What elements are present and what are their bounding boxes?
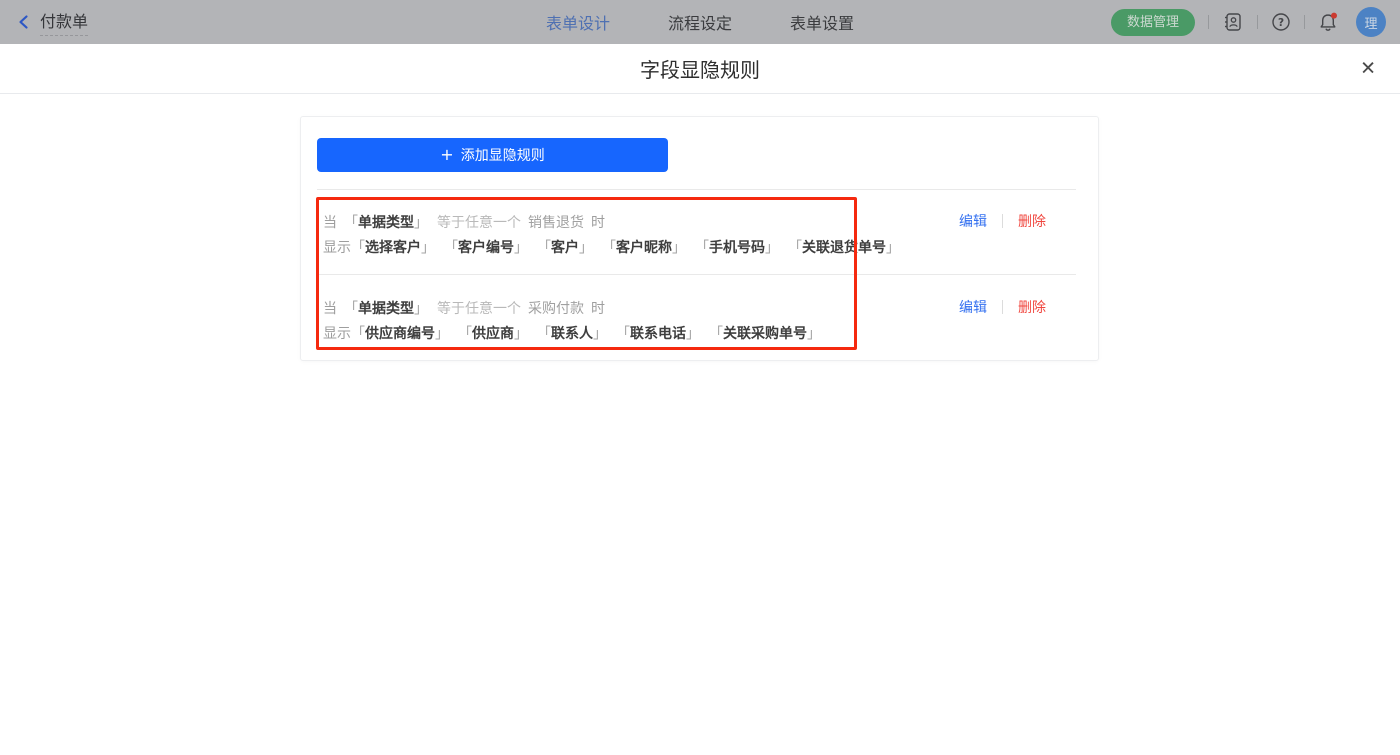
contacts-icon[interactable] bbox=[1222, 11, 1244, 33]
rule-row-2: 当「单据类型」等于任意一个采购付款时 显示「供应商编号」「供应商」「联系人」「联… bbox=[317, 275, 1076, 352]
separator bbox=[1002, 214, 1003, 228]
delete-button[interactable]: 删除 bbox=[1018, 297, 1046, 317]
tab-form-design[interactable]: 表单设计 bbox=[546, 10, 610, 34]
add-rule-label: 添加显隐规则 bbox=[461, 145, 545, 165]
tab-form-settings[interactable]: 表单设置 bbox=[790, 10, 854, 34]
help-icon[interactable]: ? bbox=[1271, 12, 1291, 32]
field-tag: 「关联采购单号」 bbox=[709, 326, 821, 342]
rule-2-condition-line: 当「单据类型」等于任意一个采购付款时 bbox=[323, 297, 936, 322]
nav-tabs: 表单设计 流程设定 表单设置 bbox=[546, 0, 854, 44]
field-tag: 「选择客户」 bbox=[351, 240, 435, 256]
field-tag: 「客户昵称」 bbox=[602, 240, 686, 256]
field-tag: 「联系人」 bbox=[537, 326, 607, 342]
topbar-right-cluster: 数据管理 ? 理 bbox=[1111, 0, 1386, 44]
field-tag: 「关联退货单号」 bbox=[788, 240, 900, 256]
separator bbox=[1304, 15, 1305, 29]
edit-button[interactable]: 编辑 bbox=[959, 297, 987, 317]
edit-button[interactable]: 编辑 bbox=[959, 211, 987, 231]
field-tag: 「供应商编号」 bbox=[351, 326, 449, 342]
close-icon[interactable]: ✕ bbox=[1360, 59, 1376, 78]
separator bbox=[1208, 15, 1209, 29]
rule-2-actions: 编辑 删除 bbox=[959, 297, 1046, 317]
condition-field-tag: 「单据类型」 bbox=[344, 301, 428, 317]
rule-1-condition-line: 当「单据类型」等于任意一个销售退货时 bbox=[323, 211, 936, 236]
rule-2-show-line: 显示「供应商编号」「供应商」「联系人」「联系电话」「关联采购单号」 bbox=[323, 322, 936, 347]
tab-process-settings[interactable]: 流程设定 bbox=[668, 10, 732, 34]
plus-icon: + bbox=[440, 147, 453, 163]
condition-field-tag: 「单据类型」 bbox=[344, 215, 428, 231]
rule-row-1: 当「单据类型」等于任意一个销售退货时 显示「选择客户」「客户编号」「客户」「客户… bbox=[317, 189, 1076, 275]
back-chevron-icon bbox=[16, 14, 32, 30]
add-rule-button[interactable]: + 添加显隐规则 bbox=[317, 138, 668, 172]
topbar: 付款单 表单设计 流程设定 表单设置 数据管理 ? bbox=[0, 0, 1400, 44]
notification-badge-dot bbox=[1331, 13, 1337, 19]
modal-header: 字段显隐规则 ✕ bbox=[0, 44, 1400, 94]
field-visibility-rules-modal: 字段显隐规则 ✕ + 添加显隐规则 当「单据类型」等于任意一个销售退货时 显示「… bbox=[0, 44, 1400, 755]
field-tag: 「客户编号」 bbox=[444, 240, 528, 256]
notifications-bell-icon[interactable] bbox=[1318, 11, 1339, 33]
svg-text:?: ? bbox=[1278, 17, 1284, 29]
separator bbox=[1257, 15, 1258, 29]
back-button[interactable]: 付款单 bbox=[16, 0, 88, 44]
avatar[interactable]: 理 bbox=[1356, 7, 1386, 37]
form-title[interactable]: 付款单 bbox=[40, 8, 88, 36]
field-tag: 「客户」 bbox=[537, 240, 593, 256]
modal-title: 字段显隐规则 bbox=[640, 54, 760, 83]
delete-button[interactable]: 删除 bbox=[1018, 211, 1046, 231]
data-manage-button[interactable]: 数据管理 bbox=[1111, 9, 1195, 36]
field-tag: 「联系电话」 bbox=[616, 326, 700, 342]
rule-1-actions: 编辑 删除 bbox=[959, 211, 1046, 231]
field-tag: 「手机号码」 bbox=[695, 240, 779, 256]
rules-card: + 添加显隐规则 当「单据类型」等于任意一个销售退货时 显示「选择客户」「客户编… bbox=[300, 116, 1099, 361]
separator bbox=[1002, 300, 1003, 314]
rule-1-show-line: 显示「选择客户」「客户编号」「客户」「客户昵称」「手机号码」「关联退货单号」 bbox=[323, 236, 936, 261]
field-tag: 「供应商」 bbox=[458, 326, 528, 342]
